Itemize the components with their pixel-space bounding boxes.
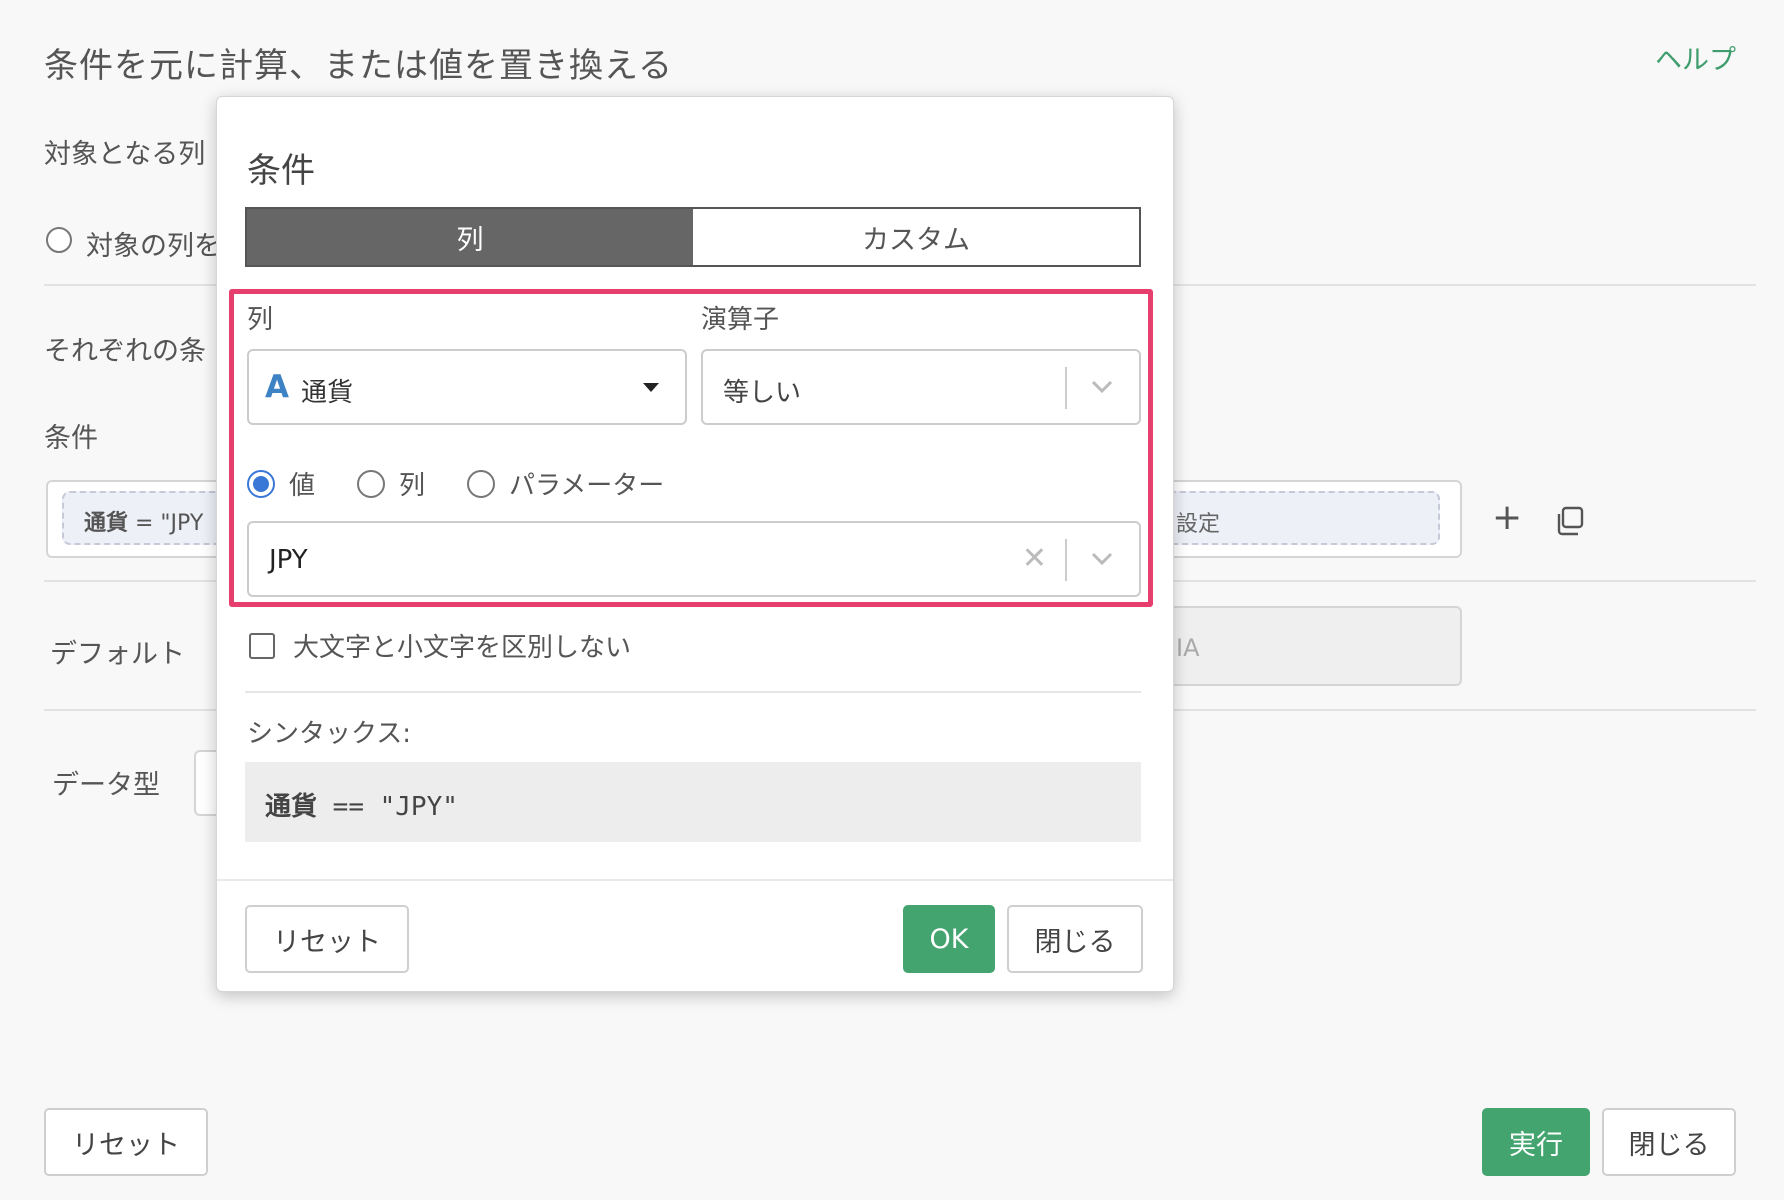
value-select-value: JPY <box>269 545 308 575</box>
ignore-case-label: 大文字と小文字を区別しない <box>293 633 632 663</box>
column-select[interactable]: A 通貨 <box>247 349 687 425</box>
ok-button[interactable]: OK <box>903 905 995 973</box>
default-value-input[interactable]: IA <box>1150 606 1462 686</box>
clear-icon[interactable]: ✕ <box>1022 543 1047 575</box>
ignore-case-checkbox[interactable] <box>249 632 275 659</box>
radio-value[interactable]: 値 <box>247 465 315 502</box>
dialog-reset-button[interactable]: リセット <box>245 905 409 973</box>
chevron-down-icon[interactable] <box>1089 545 1115 571</box>
copy-icon[interactable] <box>1554 506 1584 536</box>
condition-label: 条件 <box>44 423 98 454</box>
condition-setting-chip[interactable]: 設定 <box>1150 491 1440 545</box>
radio-parameter-label: パラメーター <box>509 471 665 501</box>
close-button[interactable]: 閉じる <box>1602 1108 1736 1176</box>
operator-select-value: 等しい <box>723 378 802 408</box>
dialog-footer-divider <box>217 879 1173 881</box>
syntax-preview: 通貨 == "JPY" <box>245 762 1141 842</box>
help-link[interactable]: ヘルプ <box>1655 38 1736 77</box>
condition-chip-op: = "JPY <box>128 511 204 536</box>
dialog-close-button[interactable]: 閉じる <box>1007 905 1143 973</box>
radio-value-label: 値 <box>289 471 316 501</box>
mode-tabs: 列 カスタム <box>245 207 1141 267</box>
radio-parameter-button[interactable] <box>467 469 496 498</box>
datatype-label: データ型 <box>52 770 160 801</box>
syntax-expression: == "JPY" <box>317 792 458 822</box>
operator-field-label: 演算子 <box>701 305 780 335</box>
page-title: 条件を元に計算、または値を置き換える <box>44 46 673 86</box>
radio-column-label: 列 <box>399 471 426 501</box>
reset-button[interactable]: リセット <box>44 1108 208 1176</box>
dialog-title: 条件 <box>247 151 315 191</box>
condition-dialog: 条件 列 カスタム 列 演算子 A 通貨 等しい 値 列 パラメーター JPY <box>216 96 1174 992</box>
caret-down-icon <box>643 383 659 392</box>
default-label: デフォルト <box>50 639 185 670</box>
dialog-divider <box>245 691 1141 693</box>
value-source-radios: 値 列 パラメーター <box>247 465 706 502</box>
syntax-column: 通貨 <box>265 792 318 822</box>
syntax-label: シンタックス: <box>247 719 411 749</box>
run-button[interactable]: 実行 <box>1482 1108 1590 1176</box>
select-separator <box>1065 539 1067 581</box>
target-column-radio[interactable] <box>46 227 72 253</box>
radio-value-button[interactable] <box>247 469 275 498</box>
radio-parameter[interactable]: パラメーター <box>467 465 664 502</box>
operator-select[interactable]: 等しい <box>701 349 1141 425</box>
value-select[interactable]: JPY ✕ <box>247 521 1141 597</box>
radio-column-button[interactable] <box>357 469 386 498</box>
ignore-case-option[interactable]: 大文字と小文字を区別しない <box>249 627 631 664</box>
target-column-label: 対象となる列 <box>44 139 206 170</box>
string-type-icon: A <box>265 369 289 405</box>
chevron-down-icon[interactable] <box>1089 373 1115 399</box>
each-condition-label: それぞれの条 <box>44 336 206 367</box>
tab-column[interactable]: 列 <box>247 209 693 265</box>
select-separator <box>1065 367 1067 409</box>
condition-chip-column: 通貨 <box>84 511 129 536</box>
column-field-label: 列 <box>247 305 274 335</box>
tab-custom[interactable]: カスタム <box>693 209 1139 265</box>
column-select-value: 通貨 <box>301 378 354 408</box>
add-condition-icon[interactable]: + <box>1492 500 1522 536</box>
radio-column[interactable]: 列 <box>357 465 425 502</box>
target-column-radio-label: 対象の列を <box>86 231 221 262</box>
